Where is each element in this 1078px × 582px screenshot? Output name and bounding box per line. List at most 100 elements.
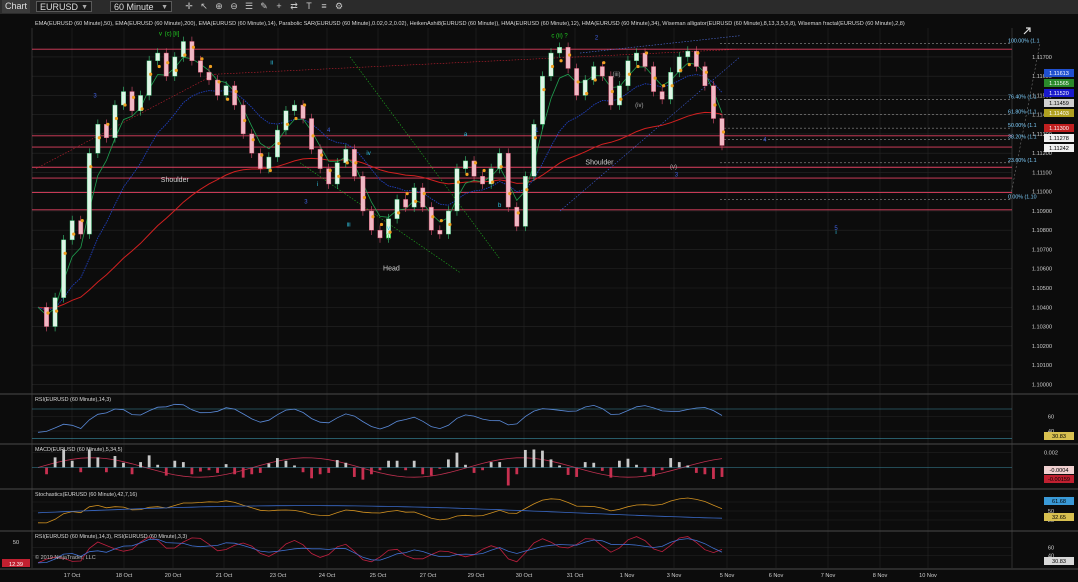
macd-bar [327, 467, 331, 473]
sar-dot [302, 103, 307, 107]
fib-level-label: 23.60% (1.1 [1008, 158, 1037, 164]
macd-bar [130, 467, 134, 475]
candle-body [283, 110, 289, 131]
pointer-icon[interactable]: ↖ [198, 1, 210, 12]
candle-body [711, 85, 716, 119]
macd-bar [190, 467, 194, 475]
macd-bar [70, 460, 74, 468]
draw-icon[interactable]: ✎ [258, 1, 270, 12]
macd-bar [352, 467, 356, 477]
x-tick-label: 31 Oct [567, 573, 584, 579]
macd-bar [378, 467, 382, 471]
pane-title: RSI(EURUSD (60 Minute),14,3), RSI(EURUSD… [35, 534, 187, 540]
pane-title: MACD(EURUSD (60 Minute),5,34,5) [35, 447, 123, 453]
macd-bar [199, 467, 202, 472]
sar-dot [482, 168, 486, 173]
macd-bar [344, 462, 348, 468]
candle-body [514, 206, 520, 227]
macd-bar [250, 467, 254, 475]
candle-body [44, 307, 49, 327]
chart-annotation: (v) [670, 165, 677, 171]
sar-dot [260, 153, 264, 157]
sar-dot [550, 64, 555, 69]
interval-selector[interactable]: 60 Minute ▼ [110, 1, 172, 12]
macd-bar [207, 467, 211, 471]
chart-tab[interactable]: Chart [2, 0, 30, 13]
fib-level-label: 61.80% (1.1 [1008, 110, 1037, 116]
macd-bar [592, 462, 596, 468]
sar-dot [328, 168, 332, 173]
price-badge-label: 1.11300 [1049, 126, 1069, 132]
candle-body [420, 187, 426, 208]
candle-body [266, 156, 272, 169]
candle-body [522, 176, 528, 227]
sar-dot [183, 53, 187, 57]
macd-bar [703, 467, 707, 475]
y-tick-label: 1.10200 [1032, 344, 1052, 350]
candle-body [591, 66, 597, 81]
macd-bar [558, 465, 561, 468]
pane-value-label: -0.00159 [1048, 477, 1070, 483]
y-tick-label: 1.11100 [1032, 170, 1051, 176]
sar-dot [63, 251, 67, 255]
chart-annotation: iv [366, 151, 370, 157]
sar-dot [311, 134, 315, 138]
price-badge-label: 1.11242 [1049, 146, 1069, 152]
sar-dot [602, 61, 606, 65]
macd-bar [523, 449, 527, 468]
macd-bar [447, 459, 450, 468]
macd-bar [541, 450, 544, 468]
sar-dot [662, 84, 666, 88]
x-tick-label: 17 Oct [64, 573, 81, 579]
zoom-in-icon[interactable]: ⊕ [213, 1, 225, 12]
candle-body [61, 239, 67, 298]
x-tick-label: 5 Nov [720, 573, 735, 579]
sar-dot [627, 72, 632, 76]
chart-style-icon[interactable]: ≡ [318, 1, 330, 12]
zoom-out-icon[interactable]: ⊖ [228, 1, 240, 12]
x-tick-label: 30 Oct [516, 573, 533, 579]
candle-body [300, 104, 306, 119]
sar-dot [106, 122, 110, 126]
crosshair-icon[interactable]: ✛ [183, 1, 195, 12]
sar-dot [379, 222, 384, 227]
macd-bar [600, 467, 604, 471]
text-icon[interactable]: T [303, 1, 315, 12]
price-badge-label: 1.11565 [1049, 81, 1069, 87]
candle-body [163, 52, 169, 77]
strategy-icon[interactable]: ⚙ [333, 1, 345, 12]
macd-bar [481, 467, 484, 471]
pane-value-label: -0.0004 [1050, 468, 1069, 474]
sar-dot [80, 218, 84, 223]
x-tick-label: 7 Nov [821, 573, 836, 579]
chart-area[interactable]: 1.117001.116001.115001.114001.113001.112… [0, 14, 1078, 582]
x-tick-label: 10 Nov [919, 573, 937, 579]
chart-annotation: iii [347, 222, 351, 228]
macd-bar [139, 462, 142, 468]
macd-bar [686, 465, 690, 468]
sar-dot [157, 64, 161, 69]
macd-bar [79, 467, 83, 473]
y-tick-label: 1.10600 [1032, 267, 1052, 273]
plus-icon[interactable]: + [273, 1, 285, 12]
sar-dot [568, 53, 572, 57]
x-tick-label: 25 Oct [370, 573, 387, 579]
macd-bar [276, 458, 279, 468]
properties-icon[interactable]: ☰ [243, 1, 255, 12]
candle-body [599, 66, 605, 77]
symbol-selector[interactable]: EURUSD ▼ [36, 1, 92, 12]
macd-bar [181, 462, 185, 468]
pane-value-label: 32.65 [1052, 515, 1066, 521]
candle-body [557, 47, 562, 54]
sar-dot [191, 45, 195, 49]
sar-dot [644, 51, 649, 55]
candle-body [343, 149, 349, 164]
macd-bar [506, 467, 510, 486]
macd-bar [472, 467, 476, 473]
macd-bar [669, 458, 673, 468]
candle-body [446, 210, 451, 235]
sar-dot [226, 97, 230, 101]
fib-level-label: 100.00% (1.1 [1008, 38, 1040, 44]
candle-body [428, 206, 434, 231]
scroll-icon[interactable]: ⇄ [288, 1, 300, 12]
